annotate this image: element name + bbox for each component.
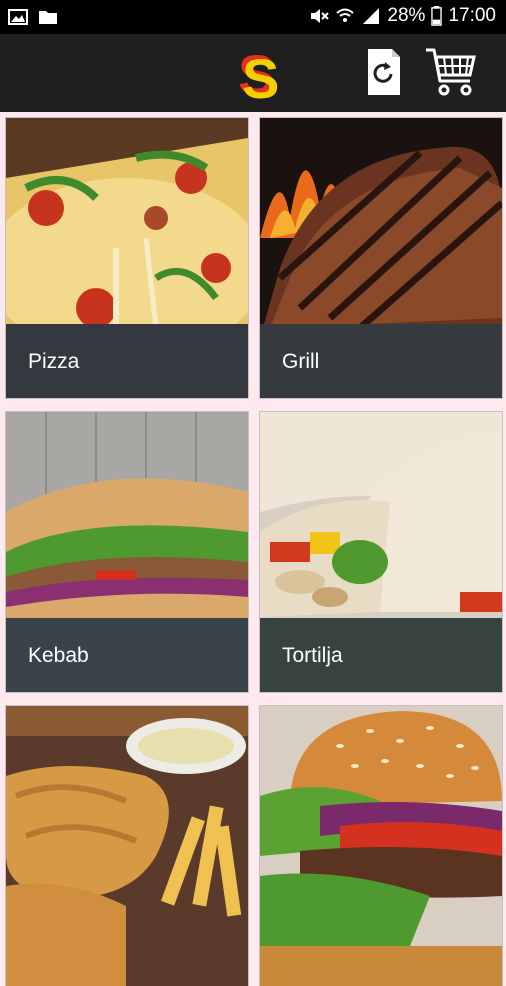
wifi-icon (336, 8, 355, 22)
mute-icon (311, 9, 330, 23)
signal-icon (363, 8, 380, 24)
image-icon (8, 9, 28, 25)
cart-icon[interactable] (424, 47, 478, 99)
battery-icon (431, 6, 443, 26)
category-label: Pizza (28, 350, 80, 373)
chicken-photo (6, 706, 248, 986)
burger-photo (260, 706, 502, 986)
category-tile-chicken[interactable] (6, 706, 248, 986)
battery-percent: 28% (387, 5, 426, 26)
status-bar: 28% 17:00 (0, 0, 506, 34)
category-label: Kebab (28, 644, 89, 667)
category-tile-tortilja[interactable]: Tortilja (260, 412, 502, 692)
app-logo[interactable]: S S (234, 42, 278, 106)
svg-text:S: S (242, 47, 278, 106)
category-label: Grill (282, 350, 320, 373)
app-bar: S S (0, 34, 506, 112)
clock: 17:00 (448, 5, 496, 26)
category-tile-kebab[interactable]: Kebab (6, 412, 248, 692)
history-icon[interactable] (364, 47, 404, 97)
category-grid: Pizza Grill Kebab Tortilja (0, 112, 506, 986)
category-tile-pizza[interactable]: Pizza (6, 118, 248, 398)
category-label: Tortilja (282, 644, 343, 667)
category-tile-grill[interactable]: Grill (260, 118, 502, 398)
folder-icon (39, 11, 57, 24)
category-tile-burger[interactable] (260, 706, 502, 986)
